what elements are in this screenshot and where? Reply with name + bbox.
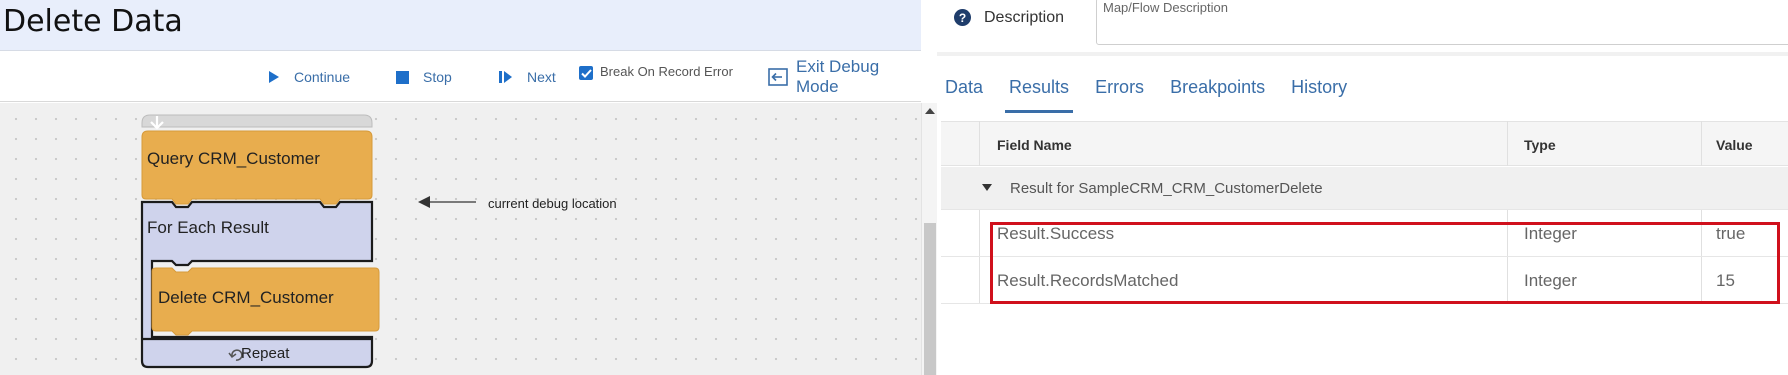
repeat-block-label: Repeat bbox=[241, 345, 290, 362]
description-area: ? Description Map/Flow Description bbox=[921, 0, 1788, 52]
column-divider bbox=[1701, 121, 1702, 166]
tab-breakpoints-label: Breakpoints bbox=[1170, 76, 1266, 97]
description-field[interactable]: Map/Flow Description bbox=[1096, 0, 1788, 45]
stop-label: Stop bbox=[423, 69, 452, 85]
caret-down-icon[interactable] bbox=[982, 184, 992, 191]
exit-debug-mode-label: Exit Debug Mode bbox=[796, 57, 880, 96]
delete-block-label: Delete CRM_Customer bbox=[158, 288, 334, 307]
field-name-cell: Result.RecordsMatched bbox=[997, 270, 1179, 290]
continue-label: Continue bbox=[294, 69, 351, 85]
stop-icon bbox=[396, 70, 409, 84]
panel-divider bbox=[937, 52, 1788, 56]
results-grid: Field Name Type Value Result for SampleC… bbox=[941, 121, 1788, 375]
tab-data-label: Data bbox=[945, 76, 984, 97]
play-icon bbox=[268, 70, 280, 84]
tab-results[interactable]: Results bbox=[1005, 57, 1074, 117]
description-placeholder: Map/Flow Description bbox=[1103, 0, 1228, 15]
value-cell: 15 bbox=[1716, 270, 1735, 290]
tab-data[interactable]: Data bbox=[945, 57, 983, 117]
help-icon[interactable]: ? bbox=[954, 9, 971, 26]
field-name-cell: Result.Success bbox=[997, 223, 1115, 243]
scroll-thumb[interactable] bbox=[924, 223, 936, 375]
continue-button[interactable]: Continue bbox=[268, 52, 350, 102]
break-on-error-toggle[interactable]: Break On Record Error bbox=[579, 64, 733, 88]
table-row[interactable]: Result.RecordsMatched Integer 15 bbox=[941, 257, 1788, 304]
foreach-block-label: For Each Result bbox=[147, 218, 269, 237]
grid-header: Field Name Type Value bbox=[941, 121, 1788, 166]
title-bar: Delete Data bbox=[0, 0, 921, 51]
exit-debug-mode-button[interactable]: Exit Debug Mode bbox=[768, 52, 921, 102]
description-label: Description bbox=[984, 9, 1065, 26]
column-divider bbox=[1507, 121, 1508, 166]
flow-diagram bbox=[140, 114, 476, 369]
column-header-field-name[interactable]: Field Name bbox=[997, 122, 1072, 167]
arrow-left-icon bbox=[418, 196, 476, 208]
debug-location-annotation: current debug location bbox=[488, 196, 617, 211]
next-button[interactable]: Next bbox=[499, 52, 556, 102]
canvas-scrollbar[interactable] bbox=[921, 103, 937, 375]
group-row[interactable]: Result for SampleCRM_CRM_CustomerDelete bbox=[941, 167, 1788, 210]
page-title: Delete Data bbox=[3, 4, 183, 39]
tab-results-label: Results bbox=[1009, 76, 1070, 97]
debug-toolbar: Continue Stop Next Break On Record Error… bbox=[0, 52, 921, 102]
exit-icon bbox=[768, 68, 788, 86]
next-label: Next bbox=[527, 69, 556, 85]
tab-breakpoints[interactable]: Breakpoints bbox=[1170, 57, 1265, 117]
results-tabs: Data Results Errors Breakpoints History bbox=[945, 57, 1347, 117]
tab-history[interactable]: History bbox=[1291, 57, 1347, 117]
column-header-type[interactable]: Type bbox=[1524, 122, 1556, 167]
query-block-label: Query CRM_Customer bbox=[147, 149, 320, 168]
group-label: Result for SampleCRM_CRM_CustomerDelete bbox=[1010, 180, 1323, 197]
break-on-error-label: Break On Record Error bbox=[600, 64, 733, 79]
scroll-up-arrow-icon[interactable] bbox=[925, 108, 935, 114]
checkbox-checked-icon[interactable] bbox=[579, 66, 593, 80]
table-row[interactable]: Result.Success Integer true bbox=[941, 210, 1788, 257]
column-header-value[interactable]: Value bbox=[1716, 122, 1753, 167]
column-divider bbox=[979, 121, 980, 166]
start-cap bbox=[141, 114, 373, 128]
value-cell: true bbox=[1716, 223, 1746, 243]
stop-button[interactable]: Stop bbox=[396, 52, 452, 102]
flow-canvas[interactable]: Query CRM_Customer For Each Result Delet… bbox=[0, 103, 921, 375]
tab-errors[interactable]: Errors bbox=[1095, 57, 1144, 117]
tab-errors-label: Errors bbox=[1095, 76, 1145, 97]
type-cell: Integer bbox=[1524, 223, 1577, 243]
type-cell: Integer bbox=[1524, 270, 1577, 290]
tab-history-label: History bbox=[1291, 76, 1348, 97]
step-next-icon bbox=[499, 70, 513, 84]
